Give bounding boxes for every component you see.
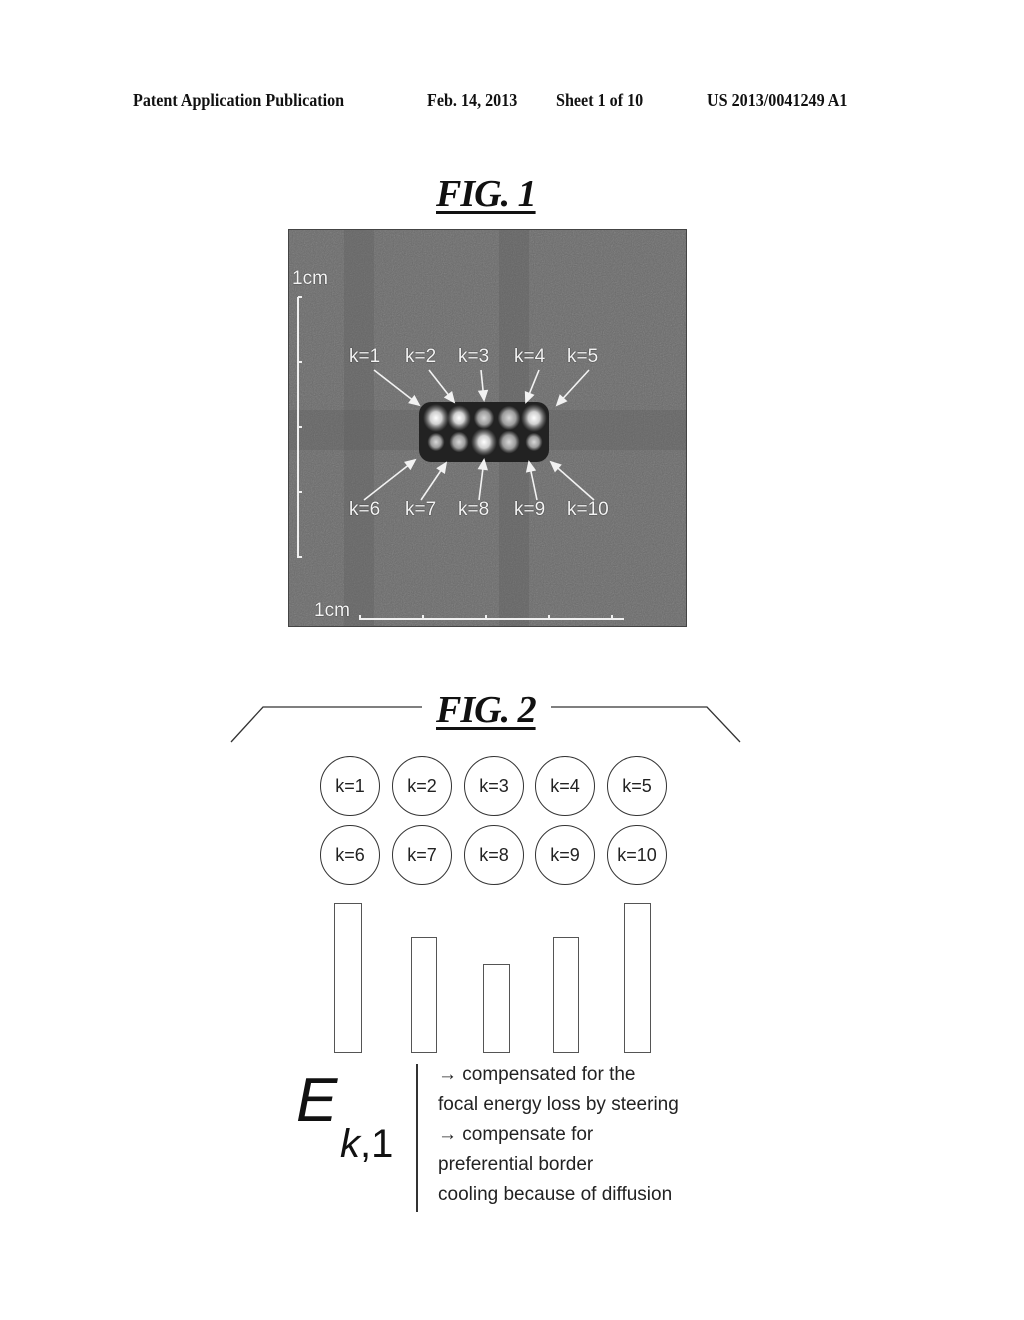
circle-k8: k=8 xyxy=(464,825,524,885)
energy-symbol: E xyxy=(296,1066,338,1135)
energy-bar-3 xyxy=(483,964,510,1053)
bracket-left xyxy=(230,706,422,743)
circle-k9: k=9 xyxy=(535,825,595,885)
bracket-right xyxy=(551,706,741,743)
note-line-2: focal energy loss by steering xyxy=(438,1094,679,1115)
circle-k1: k=1 xyxy=(320,756,380,816)
formula-divider xyxy=(416,1064,418,1212)
energy-bar-5 xyxy=(624,903,651,1053)
circle-k6: k=6 xyxy=(320,825,380,885)
note-line-1: → compensated for the xyxy=(438,1064,636,1085)
circle-k3: k=3 xyxy=(464,756,524,816)
energy-subscript-index: ,1 xyxy=(360,1122,394,1166)
energy-bar-4 xyxy=(553,937,579,1053)
fig2-bracket xyxy=(230,706,741,743)
note-line-3: → compensate for xyxy=(438,1124,594,1145)
circle-k7: k=7 xyxy=(392,825,452,885)
energy-bar-1 xyxy=(334,903,362,1053)
energy-bar-2 xyxy=(411,937,437,1053)
energy-subscript: k,1 xyxy=(340,1124,393,1164)
circle-k5: k=5 xyxy=(607,756,667,816)
energy-subscript-k: k xyxy=(340,1122,360,1166)
note-line-5: cooling because of diffusion xyxy=(438,1184,673,1205)
circle-k2: k=2 xyxy=(392,756,452,816)
fig2-title: FIG. 2 xyxy=(436,689,537,731)
circle-k10: k=10 xyxy=(607,825,667,885)
note-line-4: preferential border xyxy=(438,1154,594,1175)
circle-k4: k=4 xyxy=(535,756,595,816)
